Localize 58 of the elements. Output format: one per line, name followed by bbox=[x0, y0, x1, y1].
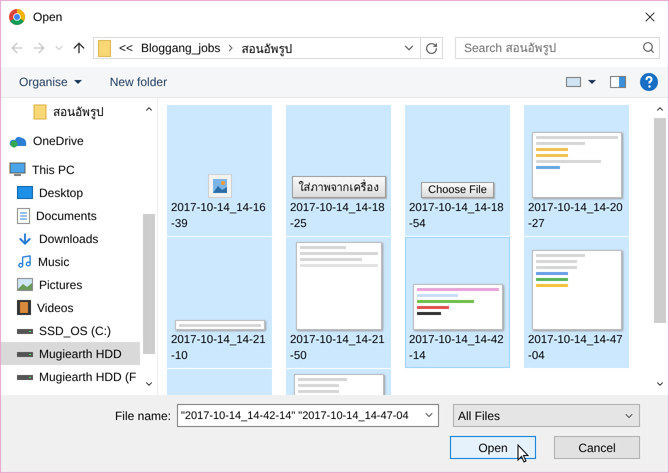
button-thumbnail: ใส่ภาพจากเครื่อง bbox=[292, 176, 386, 198]
file-tile[interactable]: ใส่ภาพจากเครื่อง 2017-10-14_14-18-25 bbox=[286, 105, 391, 236]
file-tile[interactable]: 2017-10-14_14-20-27 bbox=[524, 105, 629, 236]
breadcrumb-overflow[interactable]: << bbox=[119, 41, 134, 55]
dialog-button[interactable]: Open bbox=[450, 436, 536, 459]
sidebar-item[interactable]: This PC bbox=[1, 158, 140, 181]
sidebar-item[interactable]: Mugiearth HDD bbox=[1, 342, 140, 365]
file-type-dropdown[interactable]: All Files bbox=[453, 404, 640, 427]
new-folder-button[interactable]: New folder bbox=[110, 75, 168, 89]
sidebar-item[interactable]: Desktop bbox=[1, 181, 140, 204]
breadcrumb-item[interactable]: Bloggang_jobs bbox=[141, 41, 220, 55]
sidebar-item[interactable]: OneDrive bbox=[1, 129, 140, 152]
sidebar-item[interactable]: SSD_OS (C:) bbox=[1, 319, 140, 342]
image-icon bbox=[208, 174, 232, 198]
refresh-icon[interactable] bbox=[425, 42, 438, 54]
drive-icon bbox=[17, 350, 33, 358]
search-icon bbox=[642, 41, 655, 54]
search-field[interactable]: Search สอนอัพรูป bbox=[455, 37, 660, 59]
film-icon bbox=[17, 300, 31, 315]
help-icon[interactable] bbox=[640, 73, 658, 91]
file-tile[interactable]: Choose File 2017-10-14_14-18-54 bbox=[405, 105, 510, 236]
dialog-button[interactable]: Cancel bbox=[554, 436, 640, 459]
file-tile[interactable]: 2017-10-14_14-16-39 bbox=[167, 105, 272, 236]
sidebar-item[interactable]: Pictures bbox=[1, 273, 140, 296]
music-note-icon bbox=[17, 254, 32, 269]
folder-icon bbox=[98, 40, 111, 56]
drive-icon bbox=[17, 372, 33, 380]
address-bar[interactable]: << Bloggang_jobs สอนอัพรูป bbox=[93, 37, 443, 59]
sidebar-item[interactable]: Mugiearth HDD (F bbox=[1, 365, 140, 388]
file-tile[interactable]: 2017-10-14_14-21-10 bbox=[167, 237, 272, 368]
document-icon bbox=[17, 208, 30, 224]
window-title: Open bbox=[33, 10, 64, 24]
download-icon bbox=[17, 230, 33, 246]
sidebar-item[interactable]: Documents bbox=[1, 204, 140, 227]
sidebar-item[interactable]: Downloads bbox=[1, 227, 140, 250]
file-tile[interactable]: 2017-10-14_14-21-50 bbox=[286, 237, 391, 368]
preview-pane-icon[interactable] bbox=[610, 76, 626, 88]
file-tile[interactable]: 2017-10-14_14-47-04 bbox=[524, 237, 629, 368]
sidebar-item[interactable]: Music bbox=[1, 250, 140, 273]
app-logo-icon bbox=[9, 8, 25, 24]
file-tile[interactable]: 2017-10-14_14-42-14 bbox=[405, 237, 510, 368]
desktop-icon bbox=[17, 186, 33, 199]
folder-icon bbox=[33, 104, 47, 120]
up-button[interactable] bbox=[71, 40, 87, 56]
breadcrumb-item[interactable]: สอนอัพรูป bbox=[241, 38, 292, 58]
sidebar-item[interactable]: สอนอัพรูป bbox=[1, 100, 140, 123]
view-options-icon[interactable] bbox=[566, 77, 596, 87]
chevron-right-icon bbox=[228, 44, 234, 52]
file-name-field[interactable]: "2017-10-14_14-42-14" "2017-10-14_14-47-04 bbox=[177, 404, 439, 427]
file-name-label: File name: bbox=[114, 408, 171, 422]
picture-icon bbox=[17, 278, 33, 291]
organise-menu-button[interactable]: Organise bbox=[19, 75, 82, 89]
mouse-cursor-icon bbox=[517, 444, 529, 463]
caret-icon bbox=[74, 80, 82, 84]
button-thumbnail: Choose File bbox=[421, 182, 494, 198]
drive-icon bbox=[17, 326, 33, 334]
monitor-icon bbox=[9, 162, 26, 177]
sidebar-item[interactable]: Videos bbox=[1, 296, 140, 319]
